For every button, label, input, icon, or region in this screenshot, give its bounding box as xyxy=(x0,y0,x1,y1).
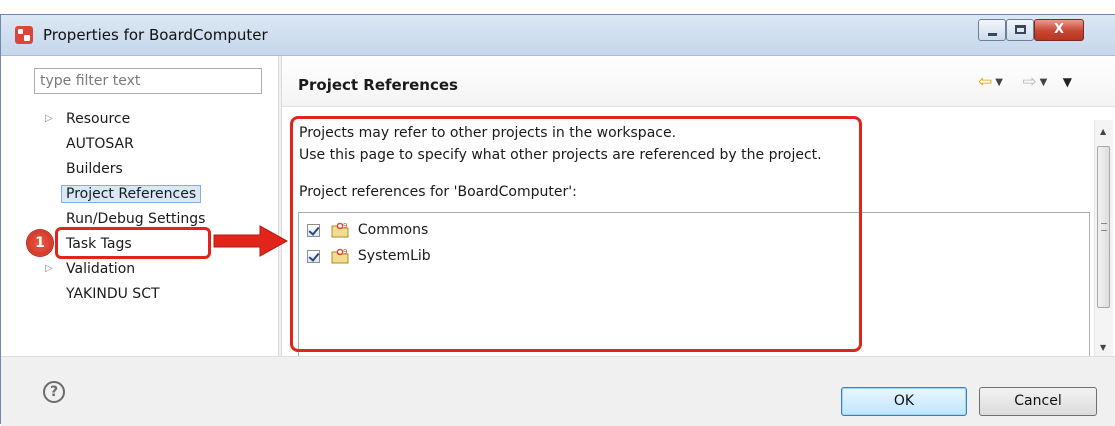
title-bar[interactable]: Properties for BoardComputer X xyxy=(1,15,1115,56)
minimize-button[interactable] xyxy=(978,19,1006,41)
tree-item-label: Validation xyxy=(66,261,136,277)
highlight-box-page-content xyxy=(290,116,862,352)
expand-arrow-icon[interactable]: ▷ xyxy=(45,257,53,281)
tree-item-label: Project References xyxy=(61,185,202,203)
tree-item-label: Resource xyxy=(66,111,131,127)
step-number-badge: 1 xyxy=(27,230,53,256)
maximize-button[interactable] xyxy=(1006,19,1034,41)
vertical-scrollbar[interactable]: ▲ ▼ xyxy=(1094,120,1113,356)
minimize-icon xyxy=(988,33,997,36)
page-title: Project References xyxy=(298,76,458,94)
history-navigation: ⇦ ▼ ⇨ ▼ ▼ xyxy=(978,72,1072,92)
category-pane: ▷ Resource AUTOSAR Builders Project Refe… xyxy=(25,56,278,356)
forward-arrow-icon[interactable]: ⇨ xyxy=(1022,72,1036,92)
tree-item-resource[interactable]: ▷ Resource xyxy=(25,107,278,132)
properties-dialog: Properties for BoardComputer X ▷ Resourc… xyxy=(0,14,1115,426)
tree-item-label: Builders xyxy=(66,161,123,177)
cancel-button[interactable]: Cancel xyxy=(979,387,1097,416)
forward-history-dropdown-icon[interactable]: ▼ xyxy=(1040,77,1048,88)
tree-item-label: AUTOSAR xyxy=(66,136,134,152)
close-button[interactable]: X xyxy=(1034,19,1084,41)
expand-arrow-icon[interactable]: ▷ xyxy=(45,107,53,131)
help-icon[interactable]: ? xyxy=(43,381,65,403)
filter-input[interactable] xyxy=(34,68,262,94)
tree-item-label: YAKINDU SCT xyxy=(66,286,160,302)
page-header: Project References ⇦ ▼ ⇨ ▼ ▼ xyxy=(282,56,1115,107)
grip-icon xyxy=(1101,223,1107,231)
highlight-box-tree-selection xyxy=(55,227,211,259)
tree-item-yakindu-sct[interactable]: YAKINDU SCT xyxy=(25,282,278,307)
dialog-footer: ? OK Cancel xyxy=(1,356,1115,426)
window-title: Properties for BoardComputer xyxy=(43,26,268,44)
ok-button[interactable]: OK xyxy=(841,387,967,416)
maximize-icon xyxy=(1015,25,1026,34)
properties-dialog-icon xyxy=(15,26,33,44)
scroll-down-icon[interactable]: ▼ xyxy=(1100,343,1106,352)
dialog-body: ▷ Resource AUTOSAR Builders Project Refe… xyxy=(1,56,1115,356)
tree-item-label: Run/Debug Settings xyxy=(66,211,206,227)
tree-item-autosar[interactable]: AUTOSAR xyxy=(25,132,278,157)
back-history-dropdown-icon[interactable]: ▼ xyxy=(995,77,1003,88)
tree-item-project-references[interactable]: Project References xyxy=(25,182,278,207)
back-arrow-icon[interactable]: ⇦ xyxy=(978,72,992,92)
view-menu-icon[interactable]: ▼ xyxy=(1063,75,1072,89)
scroll-up-icon[interactable]: ▲ xyxy=(1100,127,1106,136)
callout-arrow-icon xyxy=(213,225,289,257)
tree-item-builders[interactable]: Builders xyxy=(25,157,278,182)
category-tree: ▷ Resource AUTOSAR Builders Project Refe… xyxy=(25,107,278,307)
tree-item-validation[interactable]: ▷ Validation xyxy=(25,257,278,282)
scrollbar-thumb[interactable] xyxy=(1097,146,1110,308)
